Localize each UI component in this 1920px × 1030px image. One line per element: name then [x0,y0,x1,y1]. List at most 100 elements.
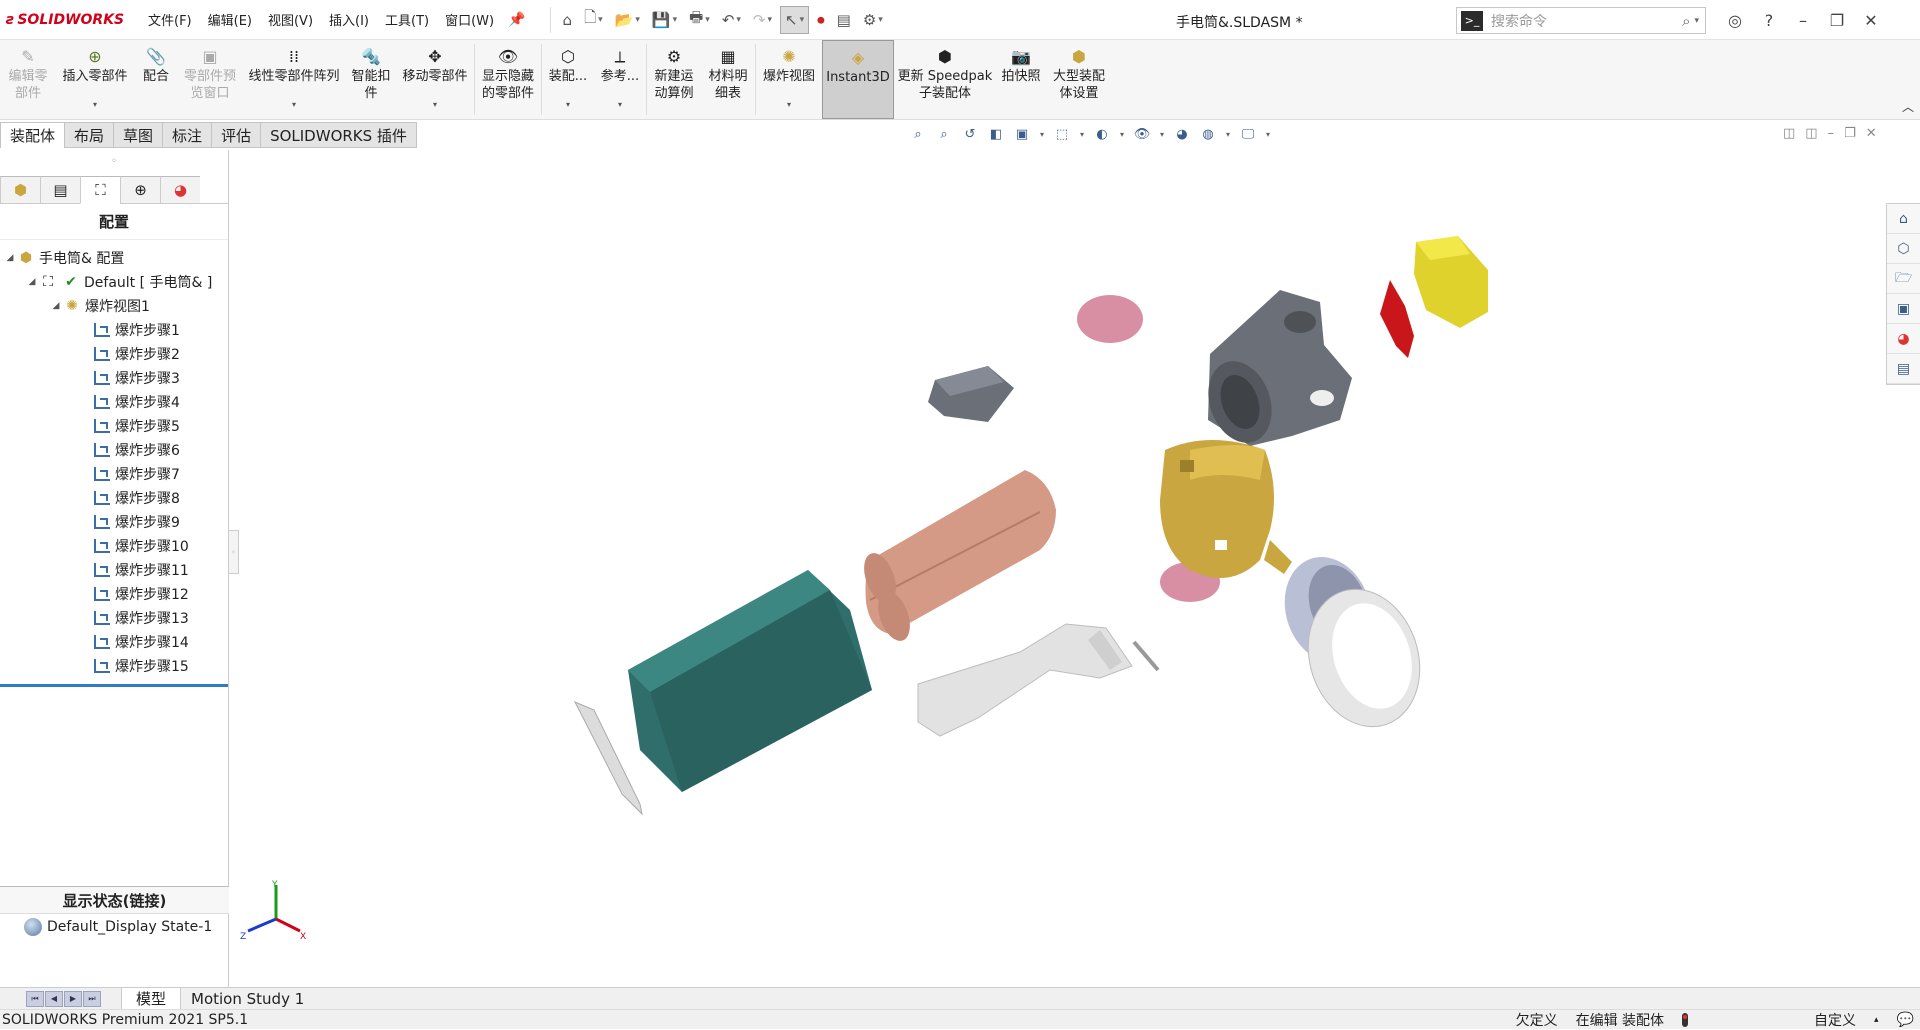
solidworks-logo[interactable]: ƨ SOLIDWORKS [6,12,140,28]
close-icon[interactable]: ✕ [1854,6,1888,34]
feedback-icon[interactable]: 💬 [1897,1012,1914,1028]
tab-markup[interactable]: 标注 [163,122,213,148]
exploded-view-button[interactable]: ✺ 爆炸视图 ▾ [756,40,822,119]
print-icon[interactable]: 🖶 ▾ [685,6,714,34]
first-tab-icon[interactable]: ⏮ [26,990,44,1007]
new-motion-study-button[interactable]: ⚙ 新建运 动算例 [647,40,701,119]
panel-handle-icon[interactable]: ◦ [0,150,228,176]
save-icon[interactable]: 💾 ▾ [648,6,681,34]
chevron-down-icon[interactable]: ◢ [4,253,16,263]
graphics-area[interactable] [230,150,1886,987]
bill-of-materials-button[interactable]: ▦ 材料明 细表 [701,40,755,119]
appearances-icon[interactable]: ◕ [1887,324,1920,354]
chevron-down-icon[interactable]: ▾ [787,96,791,113]
dimxpert-tab-icon[interactable]: ⊕ [120,176,160,204]
menu-edit[interactable]: 编辑(E) [200,10,260,29]
search-icon[interactable]: ⌕ [1682,12,1690,30]
display-manager-tab-icon[interactable]: ◕ [160,176,200,204]
display-state-item[interactable]: Default_Display State-1 [24,918,212,936]
tree-explode-step[interactable]: 爆炸步骤8 [0,486,228,510]
edit-appearance-icon[interactable]: ◕ [1172,124,1192,144]
section-view-icon[interactable]: ◧ [986,124,1006,144]
tree-config-default[interactable]: ◢ ⛶ ✔ Default [ 手电筒& ] [0,270,228,294]
rebuild-icon[interactable]: ⏺ [813,6,829,34]
previous-tab-icon[interactable]: ◀ [45,990,63,1007]
minimize-icon[interactable]: – [1786,6,1820,34]
home-icon[interactable]: ⌂ [559,6,577,34]
split-left-icon[interactable]: ◫ [1783,126,1795,141]
tab-addins[interactable]: SOLIDWORKS 插件 [261,122,417,148]
tab-assembly[interactable]: 装配体 [0,122,66,148]
chevron-down-icon[interactable]: ◢ [50,301,62,311]
menu-tools[interactable]: 工具(T) [377,10,437,29]
tree-explode-step[interactable]: 爆炸步骤11 [0,558,228,582]
custom-properties-icon[interactable]: ▤ [1887,354,1920,384]
menu-file[interactable]: 文件(F) [140,10,200,29]
last-tab-icon[interactable]: ⏭ [83,990,101,1007]
feature-manager-tab-icon[interactable]: ⬢ [0,176,40,204]
large-assembly-settings-button[interactable]: ⬢ 大型装配 体设置 [1046,40,1112,119]
redo-icon[interactable]: ↷ ▾ [749,6,776,34]
configuration-manager-tab-icon[interactable]: ⛶ [80,176,120,204]
tree-explode-step[interactable]: 爆炸步骤9 [0,510,228,534]
select-arrow-icon[interactable]: ↖ ▾ [780,5,810,34]
tree-explode-step[interactable]: 爆炸步骤5 [0,414,228,438]
chevron-down-icon[interactable]: ▾ [1038,124,1046,144]
view-settings-icon[interactable]: 🖵 [1238,124,1258,144]
rebuild-status-icon[interactable] [1682,1012,1689,1027]
tree-explode-step[interactable]: 爆炸步骤3 [0,366,228,390]
chevron-down-icon[interactable]: ▾ [618,96,622,113]
led-part[interactable] [1380,280,1414,358]
design-library-icon[interactable]: ⬡ [1887,234,1920,264]
tree-explode-step[interactable]: 爆炸步骤12 [0,582,228,606]
edit-component-button[interactable]: ✎ 编辑零 部件 [0,40,56,119]
assembly-features-button[interactable]: ⬡ 装配... ▾ [542,40,594,119]
tree-explode-step[interactable]: 爆炸步骤7 [0,462,228,486]
units-selector[interactable]: 自定义 [1814,1010,1856,1030]
property-manager-tab-icon[interactable]: ▤ [40,176,80,204]
tab-motion-study[interactable]: Motion Study 1 [180,987,314,1010]
linear-pattern-button[interactable]: ⁞⁞ 线性零部件阵列 ▾ [242,40,346,119]
switch-cap-part[interactable] [928,366,1014,422]
close-icon[interactable]: ✕ [1866,126,1877,141]
take-snapshot-button[interactable]: 📷 拍快照 [996,40,1046,119]
restore-icon[interactable]: ❐ [1844,126,1856,141]
tree-explode-step[interactable]: 爆炸步骤15 [0,654,228,678]
file-explorer-icon[interactable]: 🗁 [1887,264,1920,294]
lens-part[interactable] [573,701,643,816]
chevron-down-icon[interactable]: ▾ [1078,124,1086,144]
tab-layout[interactable]: 布局 [65,122,115,148]
options-gear-icon[interactable]: ⚙ ▾ [859,6,887,34]
apply-scene-icon[interactable]: ◍ [1198,124,1218,144]
tab-model[interactable]: 模型 [121,987,181,1010]
chevron-down-icon[interactable]: ▾ [1158,124,1166,144]
tree-explode-step[interactable]: 爆炸步骤14 [0,630,228,654]
batteries-part[interactable] [858,470,1056,645]
instant3d-button[interactable]: ◈ Instant3D [822,40,894,119]
pink-disk-part[interactable] [1077,295,1143,343]
chevron-down-icon[interactable]: ▾ [1224,124,1232,144]
tree-root[interactable]: ◢ ⬢ 手电筒& 配置 [0,246,228,270]
hide-show-items-icon[interactable]: 👁 [1132,124,1152,144]
zoom-to-fit-icon[interactable]: ⌕ [908,124,928,144]
component-preview-button[interactable]: ▣ 零部件预 览窗口 [178,40,242,119]
open-folder-icon[interactable]: 📂 ▾ [611,6,644,34]
menu-view[interactable]: 视图(V) [260,10,321,29]
help-icon[interactable]: ? [1752,6,1786,34]
housing-part[interactable] [628,570,872,792]
chevron-down-icon[interactable]: ▾ [1264,124,1272,144]
smart-fasteners-button[interactable]: 🔩 智能扣 件 [346,40,396,119]
chevron-down-icon[interactable]: ▾ [433,96,437,113]
insert-component-button[interactable]: ⊕ 插入零部件 ▾ [56,40,134,119]
tree-explode-step[interactable]: 爆炸步骤13 [0,606,228,630]
view-palette-icon[interactable]: ▣ [1887,294,1920,324]
tree-explode-step[interactable]: 爆炸步骤10 [0,534,228,558]
chevron-down-icon[interactable]: ▾ [1694,16,1699,26]
chevron-up-icon[interactable]: ▴ [1874,1015,1879,1025]
show-hidden-components-button[interactable]: 👁 显示隐藏 的零部件 [475,40,541,119]
menu-window[interactable]: 窗口(W) [437,10,502,29]
update-speedpak-button[interactable]: ⬢ 更新 Speedpak 子装配体 [894,40,996,119]
chevron-down-icon[interactable]: ▾ [93,96,97,113]
account-icon[interactable]: ◎ [1718,6,1752,34]
zoom-to-area-icon[interactable]: ⌕ [934,124,954,144]
